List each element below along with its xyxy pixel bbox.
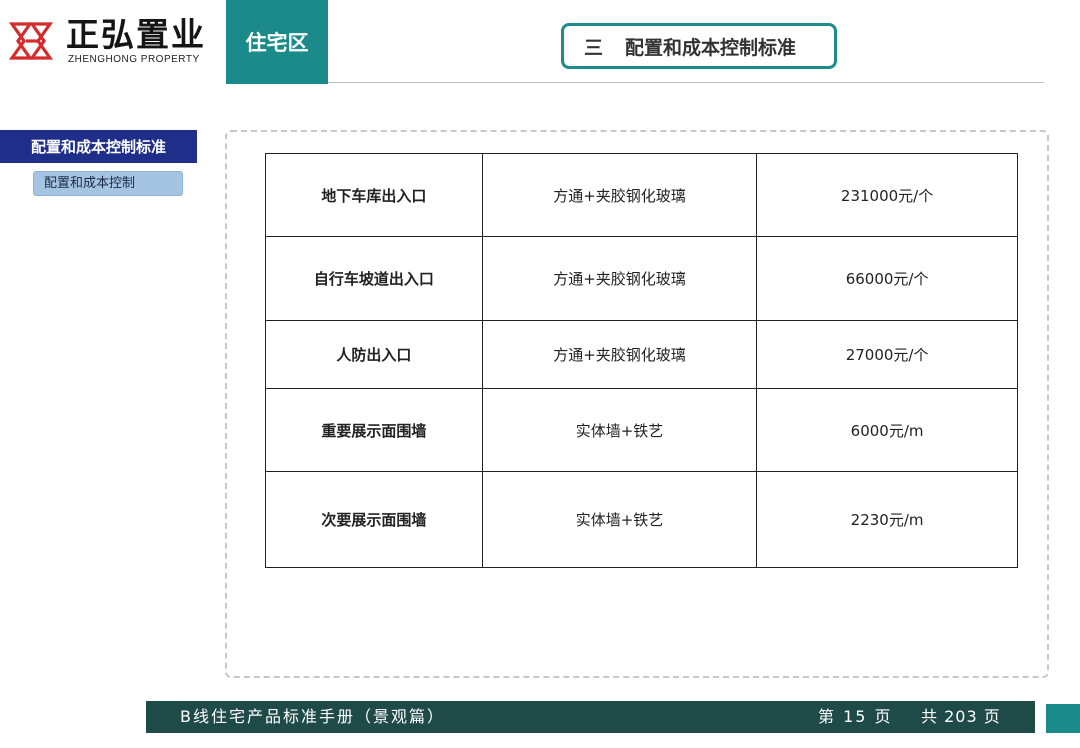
company-logo: 正弘置业 ZHENGHONG PROPERTY — [8, 14, 223, 70]
logo-mark-icon — [8, 22, 54, 60]
page-title: 配置和成本控制标准 — [625, 36, 797, 59]
table-row: 重要展示面围墙 实体墙+铁艺 6000元/m — [265, 388, 1018, 472]
section-number: 三 — [584, 36, 604, 59]
header-divider — [328, 82, 1044, 83]
table-row: 人防出入口 方通+夹胶钢化玻璃 27000元/个 — [265, 320, 1018, 389]
table-row: 次要展示面围墙 实体墙+铁艺 2230元/m — [265, 471, 1018, 568]
table-row: 自行车坡道出入口 方通+夹胶钢化玻璃 66000元/个 — [265, 236, 1018, 321]
table-cell-price: 27000元/个 — [756, 320, 1018, 389]
table-cell-price: 231000元/个 — [756, 153, 1018, 237]
table-cell-name: 自行车坡道出入口 — [265, 236, 483, 321]
table-cell-name: 地下车库出入口 — [265, 153, 483, 237]
table-cell-material: 方通+夹胶钢化玻璃 — [481, 320, 758, 389]
footer-page-number: 第 15 页 — [818, 707, 893, 726]
table-cell-price: 6000元/m — [756, 388, 1018, 472]
brand-name-cn: 正弘置业 — [66, 15, 206, 54]
section-tab: 住宅区 — [226, 0, 328, 84]
table-cell-name: 重要展示面围墙 — [265, 388, 483, 472]
footer-total-pages: 共 203 页 — [921, 707, 1001, 726]
table-cell-material: 方通+夹胶钢化玻璃 — [481, 153, 758, 237]
table-cell-name: 人防出入口 — [265, 320, 483, 389]
table-cell-name: 次要展示面围墙 — [265, 471, 483, 568]
brand-name-en: ZHENGHONG PROPERTY — [68, 54, 200, 65]
table-cell-material: 实体墙+铁艺 — [481, 471, 758, 568]
footer-accent-block — [1046, 704, 1080, 733]
table-cell-price: 66000元/个 — [756, 236, 1018, 321]
footer-bar: B线住宅产品标准手册（景观篇） 第 15 页 共 203 页 — [146, 701, 1035, 733]
table-cell-material: 方通+夹胶钢化玻璃 — [481, 236, 758, 321]
cost-standard-table: 地下车库出入口 方通+夹胶钢化玻璃 231000元/个 自行车坡道出入口 方通+… — [265, 153, 1018, 568]
table-row: 地下车库出入口 方通+夹胶钢化玻璃 231000元/个 — [265, 153, 1018, 237]
table-cell-price: 2230元/m — [756, 471, 1018, 568]
footer-manual-title: B线住宅产品标准手册（景观篇） — [180, 707, 445, 726]
table-cell-material: 实体墙+铁艺 — [481, 388, 758, 472]
page-title-box: 三 配置和成本控制标准 — [561, 23, 837, 69]
sidebar-item-main[interactable]: 配置和成本控制标准 — [0, 130, 197, 163]
sidebar-item-sub[interactable]: 配置和成本控制 — [33, 171, 183, 196]
